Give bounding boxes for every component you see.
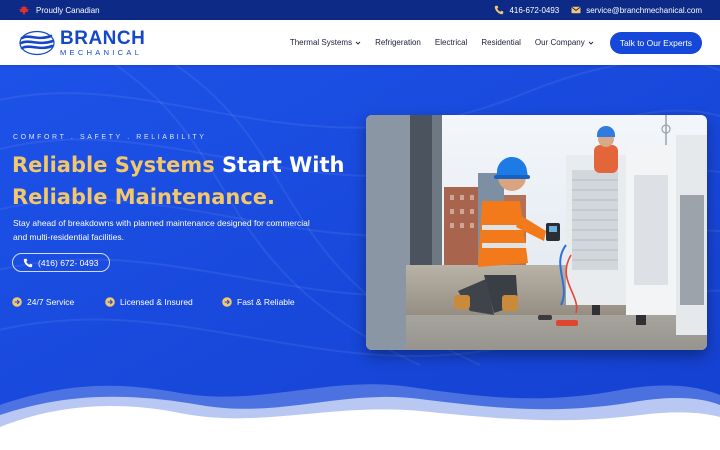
chevron-down-icon [588,41,594,45]
tagline: Proudly Canadian [36,5,100,15]
chevron-down-icon [355,41,361,45]
hero-description: Stay ahead of breakdowns with planned ma… [13,218,310,242]
hero-features: 24/7 Service Licensed & Insured Fast & R… [12,297,295,307]
nav-label: Refrigeration [375,38,421,47]
arrow-circle-icon [12,297,22,307]
nav-label: Electrical [434,38,468,47]
feature-item: Fast & Reliable [222,297,295,307]
logo-brand: BRANCH [60,27,146,49]
logo-text: BRANCH MECHANICAL [60,29,145,57]
hero-headline: Reliable Systems Start With Reliable Mai… [12,149,362,213]
maple-leaf-icon [19,5,29,15]
arrow-circle-icon [222,297,232,307]
hero-phone-text: (416) 672- 0493 [38,257,99,268]
talk-to-experts-button[interactable]: Talk to Our Experts [609,31,702,54]
site-header: BRANCH MECHANICAL Thermal Systems Refrig… [0,20,720,65]
logo-subtitle: MECHANICAL [60,47,143,57]
top-email-text: service@branchmechanical.com [586,5,702,15]
nav-label: Residential [481,38,521,47]
envelope-icon [571,6,581,14]
headline-highlight-2: Reliable Maintenance. [12,185,276,209]
nav-our-company[interactable]: Our Company [535,38,594,47]
brand-logo[interactable]: BRANCH MECHANICAL [18,29,145,57]
feature-label: Licensed & Insured [120,297,193,307]
nav-residential[interactable]: Residential [481,38,521,47]
top-bar: Proudly Canadian 416-672-0493 service@br… [0,0,720,20]
feature-label: Fast & Reliable [237,297,295,307]
top-phone-link[interactable]: 416-672-0493 [494,5,559,15]
hero-section: COMFORT . SAFETY . RELIABILITY Reliable … [0,65,720,450]
top-bar-right: 416-672-0493 service@branchmechanical.co… [494,5,702,15]
nav-electrical[interactable]: Electrical [435,38,467,47]
feature-item: Licensed & Insured [105,297,222,307]
headline-highlight-1: Reliable Systems [12,153,215,177]
top-bar-left: Proudly Canadian [18,5,100,15]
hero-phone-button[interactable]: (416) 672- 0493 [12,253,110,272]
hero-bottom-waves [0,384,720,450]
arrow-circle-icon [105,297,115,307]
nav-thermal-systems[interactable]: Thermal Systems [290,38,361,47]
nav-label: Our Company [534,38,585,47]
phone-icon [495,5,504,15]
logo-waves-icon [19,30,55,55]
phone-icon [23,258,33,267]
headline-plain-1: Start With [214,153,345,177]
nav-label: Thermal Systems [289,38,353,47]
main-nav: Thermal Systems Refrigeration Electrical… [290,38,594,47]
feature-label: 24/7 Service [27,297,75,307]
feature-item: 24/7 Service [12,297,105,307]
top-phone-text: 416-672-0493 [509,5,560,15]
hero-photo-technicians [366,115,707,350]
nav-refrigeration[interactable]: Refrigeration [375,38,421,47]
top-email-link[interactable]: service@branchmechanical.com [571,5,702,15]
hero-eyebrow: COMFORT . SAFETY . RELIABILITY [13,134,207,141]
